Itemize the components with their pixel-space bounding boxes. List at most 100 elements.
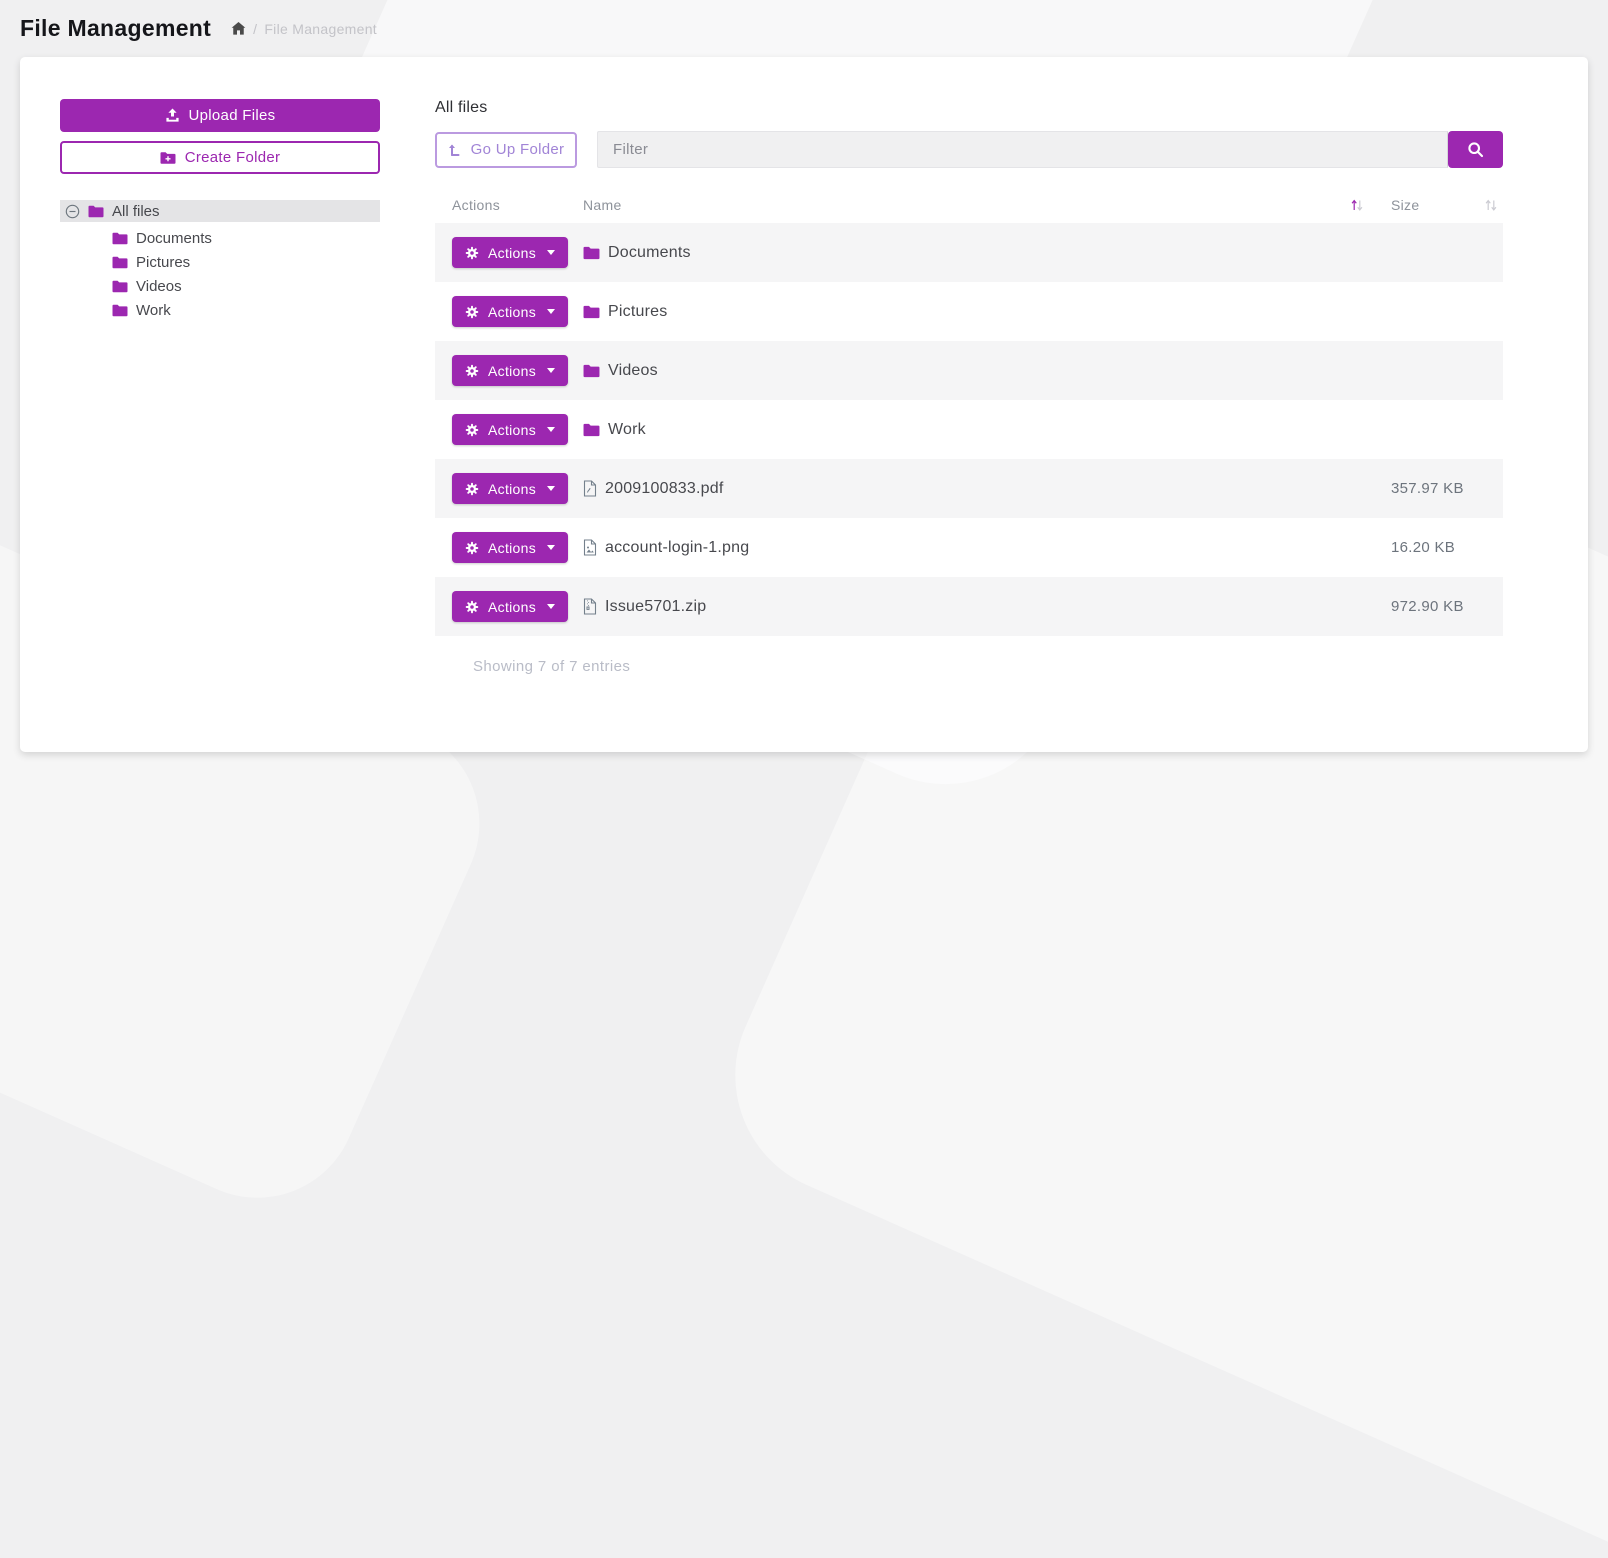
file-name-cell[interactable]: Issue5701.zip: [583, 598, 1375, 616]
page-header: File Management / File Management: [0, 0, 1608, 57]
file-name-cell[interactable]: Documents: [583, 244, 1375, 262]
caret-down-icon: [547, 545, 555, 550]
gear-icon: [465, 423, 479, 437]
actions-button-label: Actions: [488, 540, 536, 556]
caret-down-icon: [547, 250, 555, 255]
file-name: Pictures: [608, 303, 667, 321]
pdf-file-icon: [583, 480, 597, 497]
gear-icon: [465, 541, 479, 555]
collapse-icon[interactable]: [65, 204, 80, 219]
actions-button[interactable]: Actions: [452, 296, 568, 327]
table-row: Actions Work: [435, 400, 1503, 459]
toolbar: Go Up Folder: [435, 131, 1503, 168]
table-row: Actions Documents: [435, 223, 1503, 282]
file-name-cell[interactable]: account-login-1.png: [583, 539, 1375, 557]
folder-icon: [112, 232, 128, 245]
breadcrumb-current: File Management: [264, 21, 377, 37]
tree-item-label: Videos: [136, 278, 182, 295]
tree-root-label: All files: [112, 203, 160, 220]
file-name-cell[interactable]: Pictures: [583, 303, 1375, 321]
tree-item-label: Work: [136, 302, 171, 319]
file-name-cell[interactable]: Work: [583, 421, 1375, 439]
folder-tree: All files Documents Pictures Videos Wor: [60, 200, 380, 322]
folder-icon: [583, 246, 600, 260]
entries-count: Showing 7 of 7 entries: [435, 658, 1503, 675]
table-row: Actions 2009100833.pdf 357.97 KB: [435, 459, 1503, 518]
folder-icon: [112, 304, 128, 317]
table-row: Actions Pictures: [435, 282, 1503, 341]
gear-icon: [465, 364, 479, 378]
folder-plus-icon: [160, 151, 176, 165]
tree-item-videos[interactable]: Videos: [60, 275, 380, 298]
column-header-actions: Actions: [435, 197, 583, 213]
actions-button[interactable]: Actions: [452, 473, 568, 504]
file-name: Issue5701.zip: [605, 598, 706, 616]
filter-group: [597, 131, 1503, 168]
actions-button[interactable]: Actions: [452, 355, 568, 386]
column-header-size-label: Size: [1391, 197, 1419, 213]
file-name: account-login-1.png: [605, 539, 749, 557]
sort-icon-name[interactable]: [1351, 198, 1363, 212]
folder-icon: [88, 205, 104, 218]
home-icon[interactable]: [231, 21, 246, 36]
column-header-size[interactable]: Size: [1375, 197, 1503, 213]
actions-button[interactable]: Actions: [452, 591, 568, 622]
folder-icon: [583, 423, 600, 437]
go-up-folder-label: Go Up Folder: [471, 141, 565, 158]
column-header-name[interactable]: Name: [583, 197, 1375, 213]
folder-icon: [112, 280, 128, 293]
caret-down-icon: [547, 309, 555, 314]
actions-button[interactable]: Actions: [452, 237, 568, 268]
file-name: Videos: [608, 362, 658, 380]
create-folder-button[interactable]: Create Folder: [60, 141, 380, 174]
tree-item-label: Documents: [136, 230, 212, 247]
file-manager-card: Upload Files Create Folder All files: [20, 57, 1588, 752]
file-name: Work: [608, 421, 646, 439]
file-name-cell[interactable]: 2009100833.pdf: [583, 480, 1375, 498]
table-row: Actions account-login-1.png 16.20 KB: [435, 518, 1503, 577]
table-row: Actions Issue5701.zip 972.90 KB: [435, 577, 1503, 636]
create-folder-label: Create Folder: [185, 149, 281, 166]
gear-icon: [465, 600, 479, 614]
column-header-name-label: Name: [583, 197, 622, 213]
actions-button-label: Actions: [488, 481, 536, 497]
search-icon: [1467, 141, 1484, 158]
caret-down-icon: [547, 427, 555, 432]
tree-item-all-files[interactable]: All files: [60, 200, 380, 222]
breadcrumb: / File Management: [231, 21, 377, 37]
search-button[interactable]: [1448, 131, 1503, 168]
zip-file-icon: [583, 598, 597, 615]
folder-icon: [583, 364, 600, 378]
file-name-cell[interactable]: Videos: [583, 362, 1375, 380]
page-title: File Management: [20, 15, 211, 42]
caret-down-icon: [547, 604, 555, 609]
gear-icon: [465, 482, 479, 496]
level-up-icon: [448, 142, 462, 157]
files-table: Actions Name Size Acti: [435, 187, 1503, 675]
sort-icon-size[interactable]: [1485, 198, 1497, 212]
caret-down-icon: [547, 368, 555, 373]
file-size: 357.97 KB: [1375, 480, 1503, 497]
tree-item-label: Pictures: [136, 254, 190, 271]
table-header: Actions Name Size: [435, 187, 1503, 223]
tree-item-documents[interactable]: Documents: [60, 227, 380, 250]
actions-button-label: Actions: [488, 304, 536, 320]
actions-button-label: Actions: [488, 422, 536, 438]
actions-button[interactable]: Actions: [452, 414, 568, 445]
gear-icon: [465, 305, 479, 319]
file-size: 16.20 KB: [1375, 539, 1503, 556]
folder-icon: [583, 305, 600, 319]
tree-item-pictures[interactable]: Pictures: [60, 251, 380, 274]
actions-button[interactable]: Actions: [452, 532, 568, 563]
gear-icon: [465, 246, 479, 260]
filter-input[interactable]: [597, 131, 1448, 168]
upload-icon: [165, 108, 180, 123]
folder-icon: [112, 256, 128, 269]
go-up-folder-button[interactable]: Go Up Folder: [435, 132, 577, 168]
upload-files-button[interactable]: Upload Files: [60, 99, 380, 132]
file-name: 2009100833.pdf: [605, 480, 723, 498]
tree-children: Documents Pictures Videos Work: [60, 227, 380, 322]
tree-item-work[interactable]: Work: [60, 299, 380, 322]
actions-button-label: Actions: [488, 245, 536, 261]
upload-files-label: Upload Files: [189, 107, 276, 124]
